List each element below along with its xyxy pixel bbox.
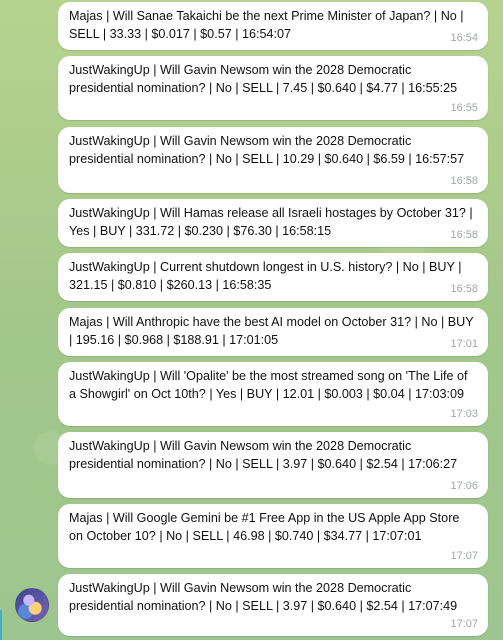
message-text: JustWakingUp | Will Gavin Newsom win the… [69,63,458,95]
message-time: 17:06 [450,479,478,492]
message-time: 16:58 [450,228,478,241]
message-bubble[interactable]: JustWakingUp | Will Gavin Newsom win the… [58,56,488,120]
message-time: 17:07 [450,549,478,562]
message-bubble[interactable]: JustWakingUp | Will Gavin Newsom win the… [58,574,488,636]
message-bubble[interactable]: Majas | Will Google Gemini be #1 Free Ap… [58,504,488,568]
message-time: 16:55 [450,101,478,114]
message-text: JustWakingUp | Current shutdown longest … [69,260,462,292]
message-time: 16:58 [450,174,478,187]
chat-feed[interactable]: Majas | Will Sanae Takaichi be the next … [0,0,503,640]
message-bubble[interactable]: Majas | Will Anthropic have the best AI … [58,308,488,356]
bot-avatar-icon[interactable] [15,588,49,622]
message-bubble[interactable]: JustWakingUp | Current shutdown longest … [58,253,488,301]
message-text: JustWakingUp | Will 'Opalite' be the mos… [69,369,468,401]
message-text: JustWakingUp | Will Gavin Newsom win the… [69,439,458,471]
message-bubble[interactable]: JustWakingUp | Will Gavin Newsom win the… [58,432,488,498]
message-time: 17:07 [450,617,478,630]
message-text: JustWakingUp | Will Hamas release all Is… [69,206,473,238]
message-time: 16:58 [450,282,478,295]
message-time: 17:01 [450,337,478,350]
message-text: Majas | Will Google Gemini be #1 Free Ap… [69,511,460,543]
message-bubble[interactable]: JustWakingUp | Will Hamas release all Is… [58,199,488,247]
window-edge-divider [0,610,2,640]
message-bubble[interactable]: Majas | Will Sanae Takaichi be the next … [58,2,488,50]
message-bubble[interactable]: JustWakingUp | Will 'Opalite' be the mos… [58,362,488,426]
message-text: Majas | Will Sanae Takaichi be the next … [69,9,464,41]
message-bubble[interactable]: JustWakingUp | Will Gavin Newsom win the… [58,127,488,193]
message-time: 17:03 [450,407,478,420]
message-text: JustWakingUp | Will Gavin Newsom win the… [69,134,465,166]
message-text: JustWakingUp | Will Gavin Newsom win the… [69,581,458,613]
message-text: Majas | Will Anthropic have the best AI … [69,315,474,347]
message-time: 16:54 [450,31,478,44]
